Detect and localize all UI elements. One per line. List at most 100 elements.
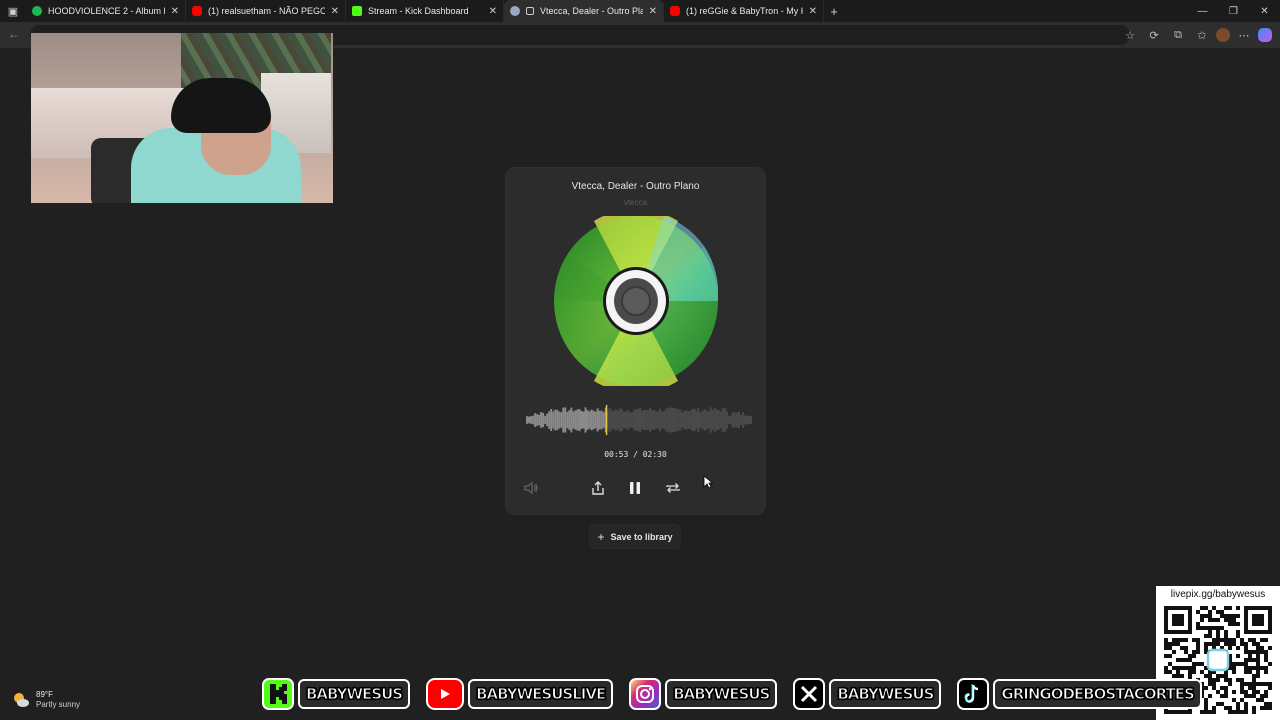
waveform-bar	[594, 411, 597, 429]
webcam-overlay	[31, 33, 333, 203]
qr-module	[1252, 674, 1256, 678]
youtube-handle: BABYWESUSLIVE	[468, 679, 614, 709]
tab-3[interactable]: Stream - Kick Dashboard ✕	[346, 0, 504, 22]
waveform-bar	[536, 414, 539, 426]
waveform-bar	[628, 412, 631, 428]
qr-module	[1200, 670, 1204, 674]
qr-module	[1264, 682, 1268, 686]
qr-module	[1164, 666, 1168, 670]
qr-module	[1212, 618, 1216, 622]
waveform-bar	[745, 416, 748, 424]
kick-icon	[352, 6, 362, 16]
waveform-bar	[572, 411, 575, 429]
qr-module	[1200, 662, 1204, 666]
qr-module	[1256, 642, 1260, 646]
waveform-bar	[564, 407, 567, 433]
close-tab-icon[interactable]: ✕	[331, 6, 339, 17]
close-tab-icon[interactable]: ✕	[171, 6, 179, 17]
close-window-icon[interactable]: ✕	[1249, 0, 1280, 22]
instagram-logo-icon	[629, 678, 662, 710]
qr-module	[1236, 702, 1240, 706]
split-screen-icon[interactable]: ⧉	[1168, 25, 1188, 45]
waveform-bar	[651, 410, 654, 430]
tab-2[interactable]: (1) realsuetham - NÃO PEGO EM ✕	[186, 0, 346, 22]
waveform-bar	[707, 412, 710, 428]
qr-module	[1264, 658, 1268, 662]
more-menu-icon[interactable]: ⋯	[1234, 25, 1254, 45]
qr-module	[1196, 646, 1200, 650]
waveform-bar	[667, 408, 670, 432]
qr-module	[1228, 678, 1232, 682]
waveform-bar	[548, 411, 551, 429]
qr-module	[1252, 638, 1256, 642]
new-tab-button[interactable]: +	[824, 4, 844, 19]
copilot-icon[interactable]	[1258, 28, 1272, 42]
qr-module	[1196, 610, 1200, 614]
minimize-icon[interactable]: —	[1187, 0, 1218, 22]
waveform-bar	[719, 411, 722, 429]
back-icon[interactable]: ←	[8, 27, 20, 41]
save-to-library-button[interactable]: + Save to library	[589, 524, 681, 549]
qr-module	[1240, 682, 1244, 686]
instagram-handle: BABYWESUS	[665, 679, 778, 709]
pause-button[interactable]	[625, 478, 645, 498]
qr-module	[1248, 654, 1252, 658]
qr-module	[1232, 622, 1236, 626]
profile-avatar-icon[interactable]	[1216, 28, 1230, 42]
repeat-button[interactable]	[663, 478, 683, 498]
waveform-bar	[685, 410, 688, 430]
qr-module	[1184, 666, 1188, 670]
waveform-bar	[588, 411, 591, 429]
volume-button[interactable]	[521, 478, 541, 498]
playhead[interactable]	[605, 405, 608, 435]
qr-module	[1252, 666, 1256, 670]
track-artist[interactable]: vtecca	[506, 198, 765, 207]
qr-module	[1264, 702, 1268, 706]
close-tab-icon[interactable]: ✕	[489, 6, 497, 17]
qr-module	[1224, 690, 1228, 694]
waveform-bar	[673, 408, 676, 432]
qr-module	[1240, 642, 1244, 646]
qr-module	[1232, 710, 1236, 714]
qr-module	[1216, 618, 1220, 622]
waveform-bar	[663, 411, 666, 429]
waveform-bar	[618, 408, 621, 432]
waveform-scrubber[interactable]	[526, 405, 752, 435]
qr-module	[1192, 670, 1196, 674]
tab-1[interactable]: HOODVIOLENCE 2 - Album by re ✕	[26, 0, 186, 22]
restore-icon[interactable]: ❐	[1218, 0, 1249, 22]
window-controls: — ❐ ✕	[1187, 0, 1280, 22]
favorites-icon[interactable]: ✩	[1192, 25, 1212, 45]
qr-module	[1244, 710, 1248, 714]
qr-module	[1236, 646, 1240, 650]
qr-module	[1244, 658, 1248, 662]
qr-module	[1196, 650, 1200, 654]
share-icon	[592, 481, 604, 495]
waveform-bar	[624, 411, 627, 429]
qr-module	[1264, 638, 1268, 642]
qr-module	[1200, 626, 1204, 630]
qr-module	[1224, 618, 1228, 622]
qr-module	[1168, 670, 1172, 674]
qr-module	[1212, 606, 1216, 610]
speaker-icon[interactable]	[526, 7, 534, 15]
share-button[interactable]	[588, 478, 608, 498]
extensions-icon[interactable]: ⟳	[1144, 25, 1164, 45]
qr-module	[1232, 614, 1236, 618]
tab-5[interactable]: (1) reGGie & BabyTron - My Hoe ✕	[664, 0, 824, 22]
waveform-bar	[602, 412, 605, 428]
waveform-bar	[743, 415, 746, 425]
taskbar-weather[interactable]: 89°F Partly sunny	[12, 690, 80, 710]
tab-title: (1) realsuetham - NÃO PEGO EM	[208, 6, 325, 16]
qr-module	[1268, 646, 1272, 650]
tab-4-active[interactable]: Vtecca, Dealer - Outro Plano ✕	[504, 0, 664, 22]
qr-module	[1252, 710, 1256, 714]
qr-module	[1196, 622, 1200, 626]
tab-actions-icon[interactable]: ▣	[0, 0, 26, 22]
youtube-logo-icon	[426, 678, 465, 710]
close-tab-icon[interactable]: ✕	[649, 6, 657, 17]
close-tab-icon[interactable]: ✕	[809, 6, 817, 17]
qr-module	[1164, 642, 1168, 646]
favorite-star-icon[interactable]: ☆	[1120, 25, 1140, 45]
waveform-bar	[653, 410, 656, 430]
